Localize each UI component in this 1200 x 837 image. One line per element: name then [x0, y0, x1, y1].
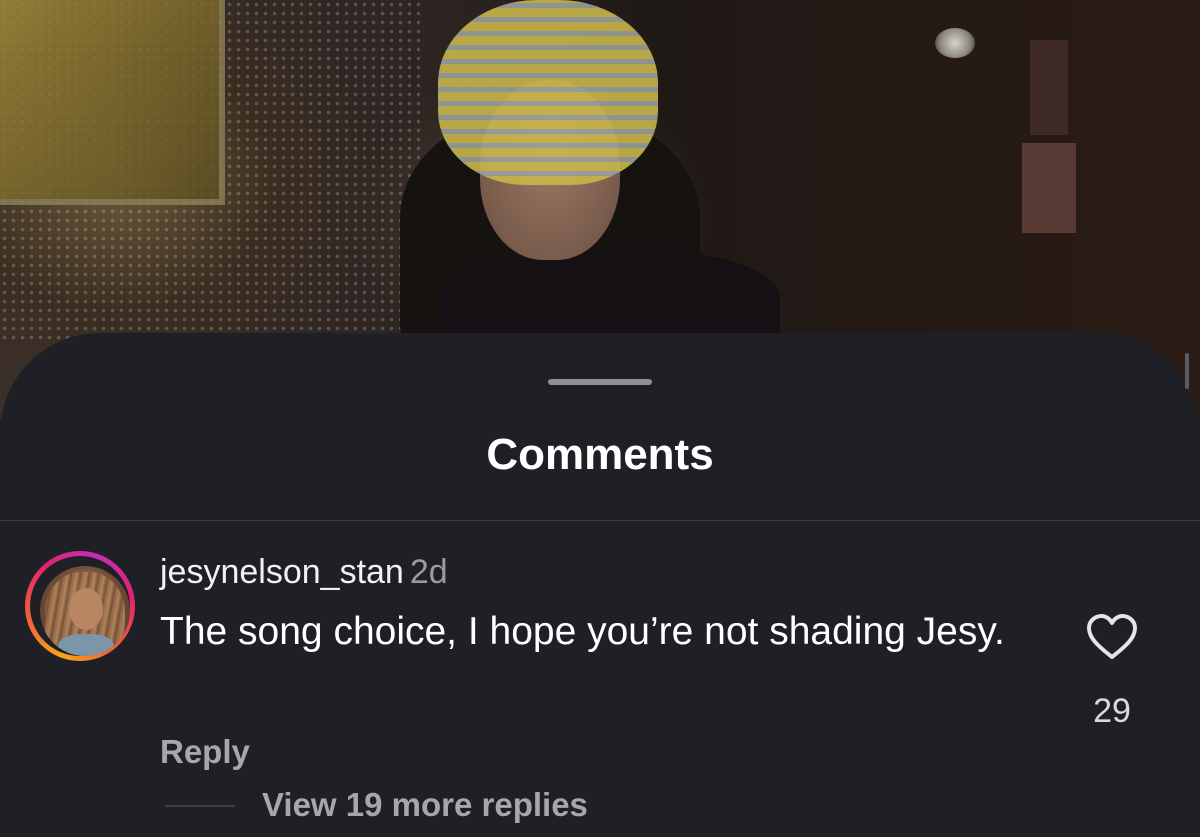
sheet-title: Comments: [486, 430, 714, 479]
comment-timestamp: 2d: [409, 553, 448, 591]
view-more-replies-button[interactable]: View 19 more replies: [262, 785, 588, 825]
replies-divider-line: [165, 805, 235, 807]
divider: [0, 520, 1200, 521]
scrollbar[interactable]: [1185, 353, 1189, 389]
wall-lamp: [935, 28, 975, 58]
door-sign: [1022, 143, 1076, 233]
avatar: [40, 566, 130, 656]
comment-header: jesynelson_stan 2d: [160, 552, 448, 592]
person-beanie: [438, 0, 658, 185]
heart-outline-icon[interactable]: [1086, 613, 1138, 661]
like-count: 29: [1093, 692, 1131, 730]
comment-username[interactable]: jesynelson_stan: [160, 553, 404, 591]
sheet-grabber-handle[interactable]: [548, 379, 652, 385]
screen: Comments jesynelson_stan 2d The song choi…: [0, 0, 1200, 837]
avatar-story-ring[interactable]: [25, 551, 135, 661]
comment-text: The song choice, I hope you’re not shadi…: [160, 610, 1005, 653]
framed-painting: [0, 0, 225, 205]
reply-button[interactable]: Reply: [160, 732, 250, 772]
comments-sheet: Comments jesynelson_stan 2d The song choi…: [0, 333, 1200, 837]
door-sign: [1030, 40, 1068, 135]
